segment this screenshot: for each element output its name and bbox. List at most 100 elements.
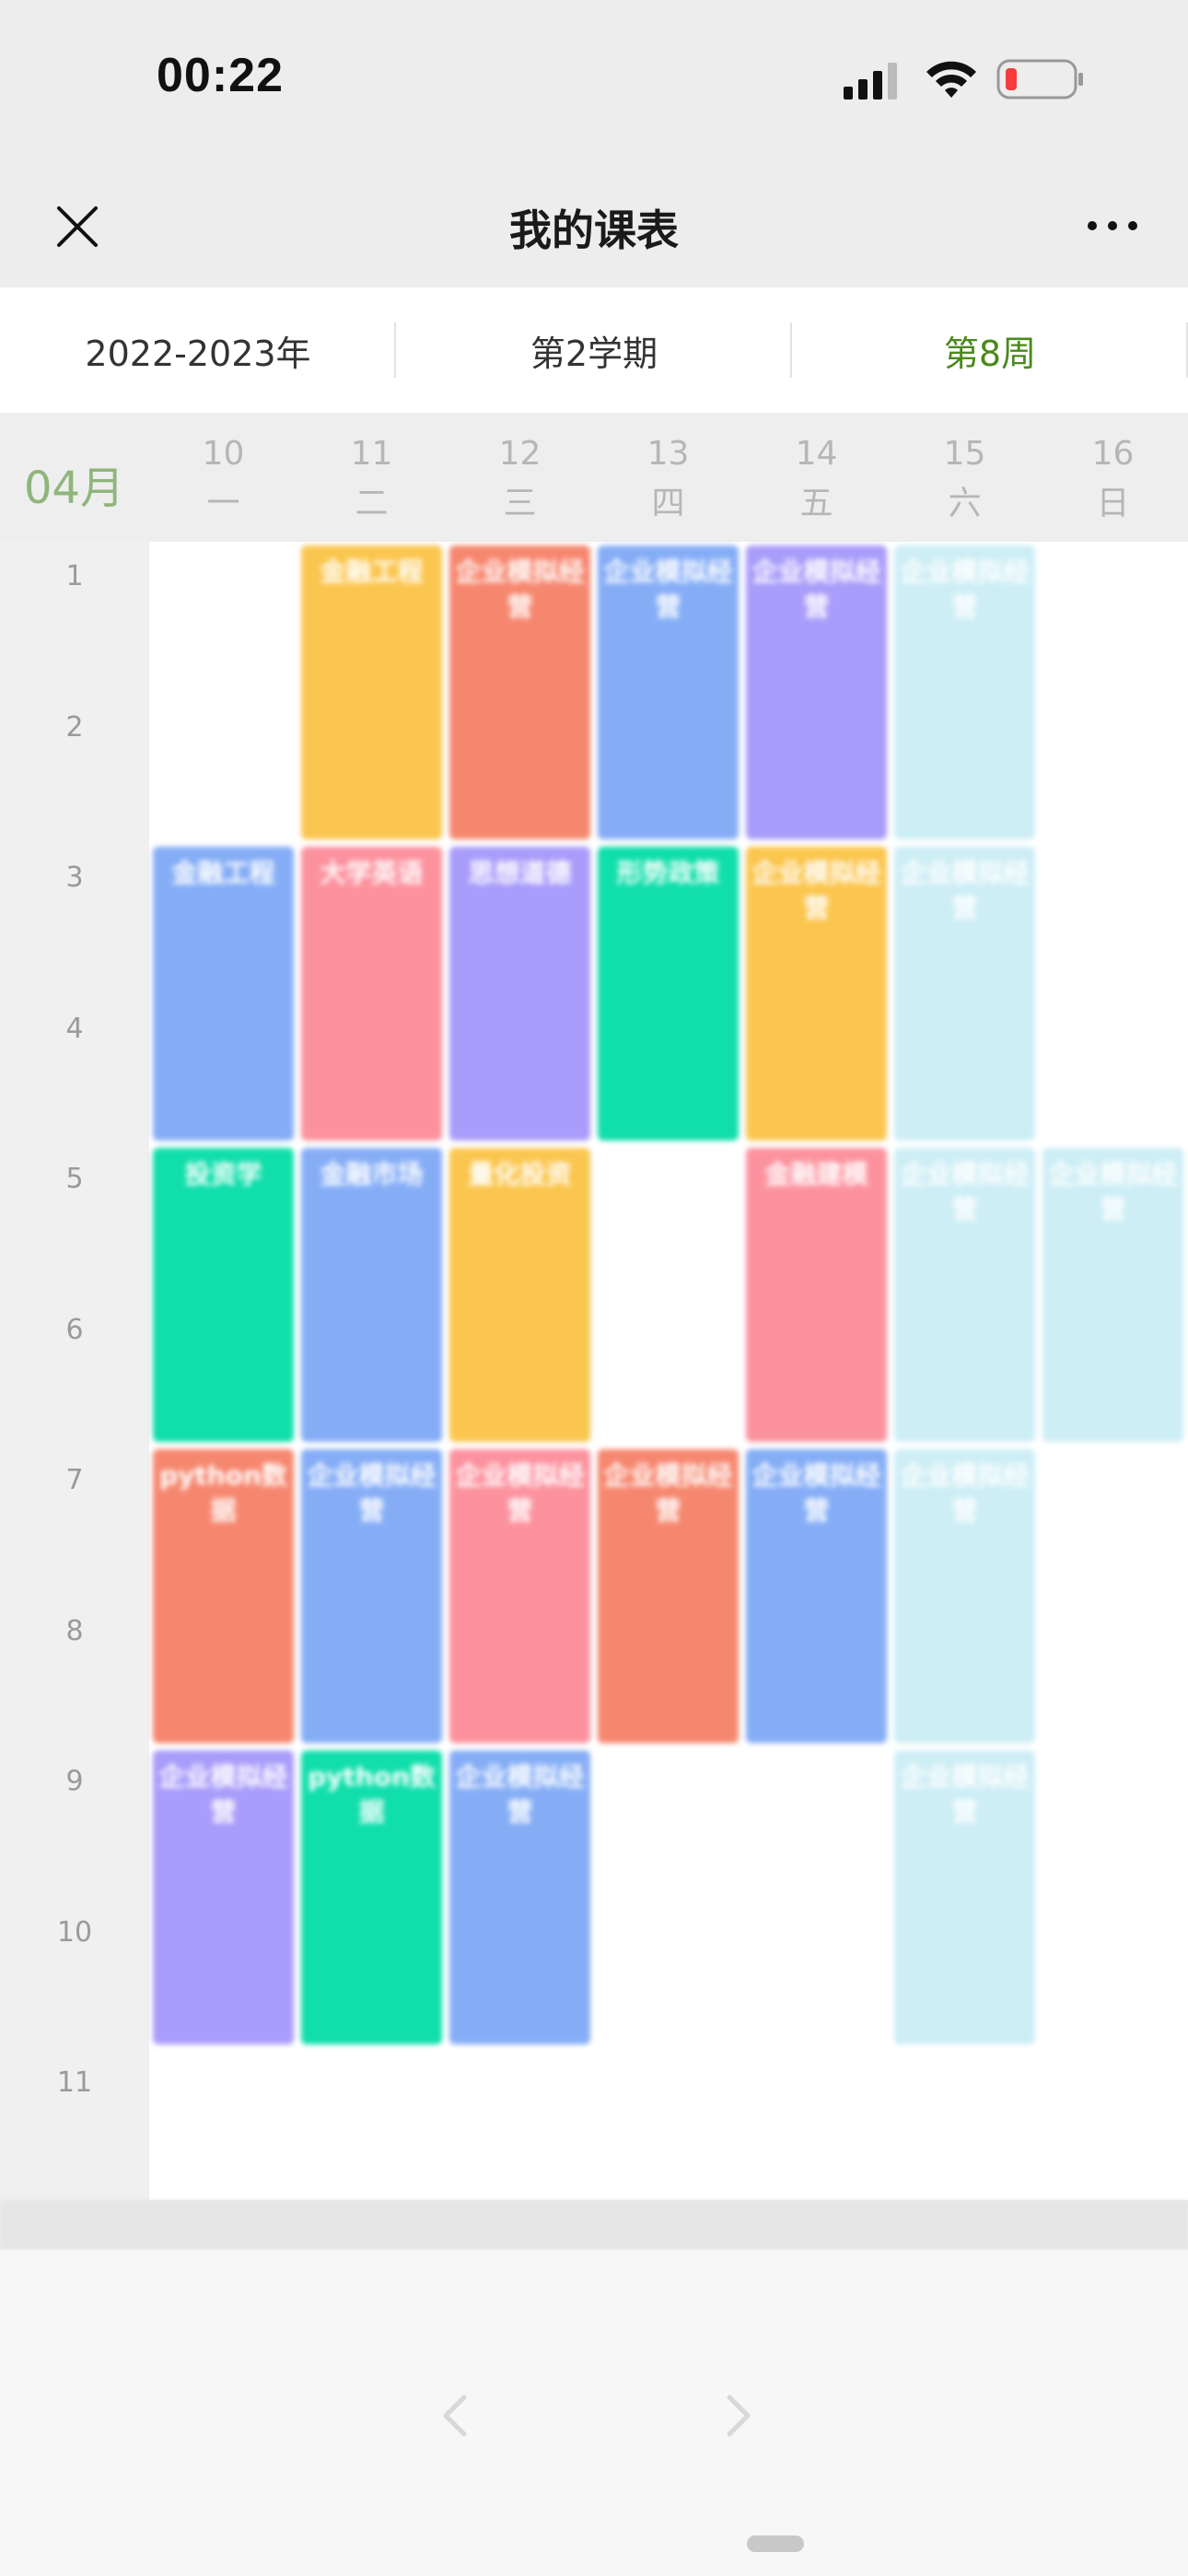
course-cell[interactable]: 投资学 bbox=[153, 1148, 294, 1442]
status-bar: 00:22 bbox=[0, 0, 1188, 164]
course-name: 思想道德 bbox=[468, 858, 572, 888]
bottom-toolbar bbox=[0, 2250, 1188, 2576]
course-cell[interactable]: 企业模拟经营 bbox=[449, 1449, 590, 1743]
period-column: 1 2 3 4 5 6 7 8 9 10 11 bbox=[0, 542, 149, 2200]
course-cell[interactable]: 企业模拟经营 bbox=[598, 545, 739, 839]
course-cell[interactable]: 金融工程 bbox=[301, 545, 442, 839]
period-number: 8 bbox=[65, 1614, 84, 1647]
course-cell[interactable]: 企业模拟经营 bbox=[449, 545, 590, 839]
period-number: 11 bbox=[56, 2067, 93, 2099]
course-name: 金融工程 bbox=[171, 858, 275, 888]
day-header: 11 二 bbox=[297, 429, 446, 529]
weekday-label: 六 bbox=[948, 485, 982, 522]
course-name: 企业模拟经营 bbox=[455, 556, 585, 622]
day-number: 14 bbox=[795, 435, 838, 473]
footer-note bbox=[0, 2200, 1188, 2250]
course-name: 企业模拟经营 bbox=[603, 556, 733, 622]
period-number: 4 bbox=[65, 1012, 84, 1045]
course-name: 企业模拟经营 bbox=[751, 1460, 881, 1526]
course-cell[interactable]: 企业模拟经营 bbox=[746, 847, 887, 1141]
day-number: 13 bbox=[646, 435, 690, 473]
course-cell[interactable]: 企业模拟经营 bbox=[894, 1751, 1035, 2044]
course-name: 企业模拟经营 bbox=[158, 1762, 288, 1827]
course-cell[interactable]: 大学英语 bbox=[301, 847, 442, 1141]
course-name: 企业模拟经营 bbox=[900, 1159, 1030, 1224]
course-cell[interactable]: 企业模拟经营 bbox=[1042, 1148, 1183, 1442]
timetable-grid: 1 2 3 4 5 6 7 8 9 10 11 金融工程 企业模拟经营 企业模拟经营 企业模拟经营 企业模拟… bbox=[0, 542, 1188, 2200]
day-header: 13 四 bbox=[594, 429, 742, 529]
day-header: 14 五 bbox=[742, 429, 891, 529]
course-name: 金融工程 bbox=[320, 556, 424, 587]
term-selector: 2022-2023年 第2学期 第8周 bbox=[0, 287, 1188, 413]
course-cell[interactable]: python数据 bbox=[301, 1751, 442, 2044]
period-number: 7 bbox=[65, 1464, 84, 1496]
cellular-signal-icon bbox=[844, 63, 897, 100]
course-name: 企业模拟经营 bbox=[900, 1762, 1030, 1827]
course-name: python数据 bbox=[159, 1460, 287, 1526]
tab-school-year[interactable]: 2022-2023年 bbox=[0, 287, 396, 413]
day-header: 12 三 bbox=[446, 429, 594, 529]
course-cell[interactable]: 企业模拟经营 bbox=[598, 1449, 739, 1743]
week-header: 04月 10 一 11 二 12 三 13 四 14 五 15 六 16 日 bbox=[0, 416, 1188, 542]
course-cell[interactable]: 企业模拟经营 bbox=[894, 847, 1035, 1141]
period-number: 10 bbox=[56, 1915, 93, 1949]
course-name: 量化投资 bbox=[468, 1159, 572, 1189]
course-cell[interactable]: 企业模拟经营 bbox=[746, 545, 887, 839]
course-cell[interactable]: 量化投资 bbox=[449, 1148, 590, 1442]
course-name: 企业模拟经营 bbox=[455, 1460, 585, 1526]
weekday-label: 五 bbox=[799, 485, 833, 522]
course-cell[interactable]: 金融建模 bbox=[746, 1148, 887, 1442]
course-name: 形势政策 bbox=[616, 858, 720, 888]
battery-icon bbox=[996, 59, 1083, 100]
forward-arrow-icon[interactable] bbox=[709, 2388, 764, 2443]
course-name: 企业模拟经营 bbox=[900, 858, 1030, 923]
weekday-label: 四 bbox=[651, 485, 685, 522]
course-cell[interactable]: 企业模拟经营 bbox=[894, 545, 1035, 839]
day-header: 15 六 bbox=[891, 429, 1039, 529]
course-cell[interactable]: 企业模拟经营 bbox=[153, 1751, 294, 2044]
course-name: 企业模拟经营 bbox=[455, 1762, 585, 1827]
course-cell[interactable]: 金融市场 bbox=[301, 1148, 442, 1442]
course-cell[interactable]: 金融工程 bbox=[153, 847, 294, 1141]
course-name: 投资学 bbox=[184, 1159, 262, 1189]
course-cell[interactable]: 企业模拟经营 bbox=[746, 1449, 887, 1743]
course-name: 企业模拟经营 bbox=[900, 1460, 1030, 1526]
day-number: 12 bbox=[498, 435, 542, 473]
weekday-label: 三 bbox=[503, 485, 537, 522]
day-number: 10 bbox=[202, 435, 245, 473]
course-name: 金融建模 bbox=[764, 1159, 868, 1189]
month-label: 04月 bbox=[24, 463, 125, 514]
tab-week[interactable]: 第8周 bbox=[792, 287, 1188, 413]
course-name: 企业模拟经营 bbox=[900, 556, 1030, 622]
page-title: 我的课表 bbox=[509, 205, 679, 255]
course-cell[interactable]: 企业模拟经营 bbox=[301, 1449, 442, 1743]
back-arrow-icon[interactable] bbox=[429, 2388, 484, 2443]
day-number: 15 bbox=[943, 435, 986, 473]
weekday-label: 二 bbox=[355, 485, 389, 522]
nav-bar: 我的课表 bbox=[0, 164, 1188, 287]
day-header: 10 一 bbox=[149, 429, 297, 529]
course-cell[interactable]: 思想道德 bbox=[449, 847, 590, 1141]
course-name: 企业模拟经营 bbox=[751, 556, 881, 622]
period-number: 1 bbox=[65, 560, 84, 592]
course-cell[interactable]: python数据 bbox=[153, 1449, 294, 1743]
course-name: 大学英语 bbox=[320, 858, 424, 888]
day-number: 11 bbox=[350, 435, 393, 473]
period-number: 6 bbox=[65, 1313, 84, 1346]
course-name: python数据 bbox=[308, 1762, 436, 1827]
course-cell[interactable]: 企业模拟经营 bbox=[449, 1751, 590, 2044]
course-cell[interactable]: 企业模拟经营 bbox=[894, 1449, 1035, 1743]
period-number: 2 bbox=[65, 710, 84, 744]
weekday-label: 日 bbox=[1096, 485, 1130, 522]
tab-semester[interactable]: 第2学期 bbox=[396, 287, 792, 413]
period-number: 9 bbox=[65, 1765, 84, 1797]
course-cell[interactable]: 企业模拟经营 bbox=[894, 1148, 1035, 1442]
course-name: 企业模拟经营 bbox=[603, 1460, 733, 1526]
period-number: 3 bbox=[65, 861, 84, 894]
day-number: 16 bbox=[1091, 435, 1135, 473]
weekday-label: 一 bbox=[206, 485, 240, 522]
course-name: 金融市场 bbox=[320, 1159, 424, 1189]
day-header: 16 日 bbox=[1039, 429, 1187, 529]
more-icon[interactable] bbox=[1085, 212, 1140, 240]
course-cell[interactable]: 形势政策 bbox=[598, 847, 739, 1141]
